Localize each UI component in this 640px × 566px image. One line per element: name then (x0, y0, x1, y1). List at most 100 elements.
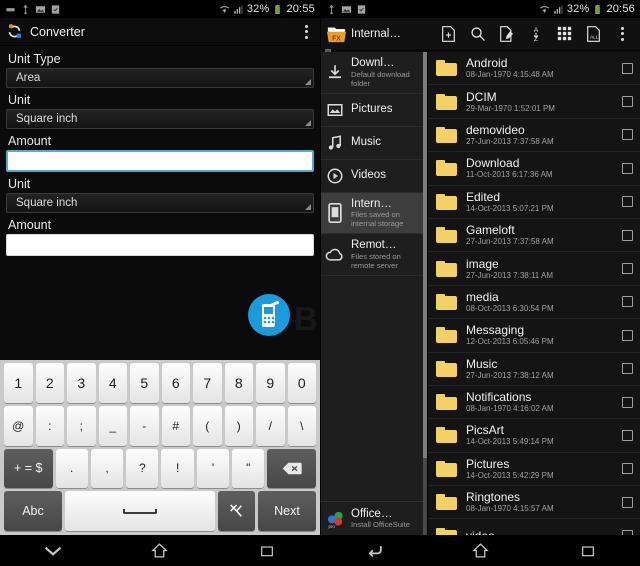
back-icon (368, 545, 382, 557)
table-row[interactable]: image 27-Jun-2013 7:38:11 AM (428, 252, 640, 286)
key-space[interactable] (64, 491, 215, 531)
file-date: 27-Jun-2013 7:37:58 AM (466, 136, 554, 146)
hide-keyboard-button[interactable] (36, 538, 70, 564)
unit-type-spinner[interactable]: Area (6, 68, 314, 88)
row-checkbox[interactable] (622, 162, 633, 174)
key-4[interactable]: 4 (98, 363, 127, 403)
home-icon (472, 543, 490, 558)
table-row[interactable]: demovideo 27-Jun-2013 7:37:58 AM (428, 119, 640, 153)
key-period[interactable]: . (55, 448, 88, 489)
grid-view-icon[interactable] (550, 21, 579, 47)
table-row[interactable]: DCIM 29-Mar-1970 1:52:01 PM (428, 85, 640, 119)
amount-to-input[interactable] (6, 234, 314, 256)
sidebar-scrollbar[interactable] (423, 52, 427, 535)
select-all-icon[interactable]: ALL (579, 21, 608, 47)
row-checkbox[interactable] (622, 463, 633, 475)
file-date: 08-Jan-1970 4:15:57 AM (466, 504, 554, 514)
row-checkbox[interactable] (622, 396, 633, 408)
table-row[interactable]: Ringtones 08-Jan-1970 4:15:57 AM (428, 486, 640, 520)
key-underscore[interactable]: _ (98, 405, 127, 446)
row-checkbox[interactable] (622, 96, 633, 108)
key-9[interactable]: 9 (256, 363, 285, 403)
table-row[interactable]: Edited 14-Oct-2013 5:07:21 PM (428, 186, 640, 219)
sort-az-icon[interactable]: AZ (521, 21, 550, 47)
table-row[interactable]: Download 11-Oct-2013 6:17:36 AM (428, 152, 640, 186)
clipboard-icon (357, 4, 366, 14)
table-row[interactable]: PicsArt 14-Oct-2013 5:49:14 PM (428, 419, 640, 453)
key-1[interactable]: 1 (4, 363, 33, 403)
table-row[interactable]: Music 27-Jun-2013 7:38:12 AM (428, 353, 640, 386)
key-backspace[interactable] (267, 448, 316, 489)
sidebar-item-videos[interactable]: Videos (321, 160, 427, 193)
file-meta: Messaging 12-Oct-2013 6:05:46 PM (466, 323, 622, 347)
table-row[interactable]: Notifications 08-Jan-1970 4:16:02 AM (428, 386, 640, 420)
table-row[interactable]: Android 08-Jan-1970 4:15:48 AM (428, 52, 640, 86)
key-apostrophe[interactable]: ' (196, 448, 230, 489)
file-list[interactable]: Android 08-Jan-1970 4:15:48 AM DCIM 29-Mar… (428, 52, 640, 535)
overflow-menu-icon[interactable] (608, 21, 637, 47)
key-at[interactable]: @ (4, 405, 33, 446)
row-checkbox[interactable] (622, 129, 633, 141)
row-checkbox[interactable] (622, 263, 633, 275)
sidebar-item-officesuite[interactable]: pro Office… Install OfficeSuite (321, 501, 427, 535)
row-checkbox[interactable] (622, 496, 633, 508)
key-settings[interactable] (217, 491, 256, 531)
recents-button[interactable] (250, 538, 284, 564)
key-3[interactable]: 3 (67, 363, 96, 403)
home-button[interactable] (464, 538, 498, 564)
on-screen-keyboard[interactable]: 1 2 3 4 5 6 7 8 9 0 @ : ; _ - # ( ) / \ … (0, 360, 320, 535)
row-checkbox[interactable] (622, 329, 633, 341)
backspace-icon (282, 462, 302, 475)
key-abc[interactable]: Abc (4, 491, 62, 531)
row-checkbox[interactable] (622, 62, 633, 74)
sidebar-item-downloads[interactable]: Downl… Default download folder (321, 52, 427, 94)
folder-icon (436, 160, 457, 177)
unit-from-spinner[interactable]: Square inch (6, 109, 314, 129)
key-hash[interactable]: # (161, 405, 190, 446)
key-exclamation[interactable]: ! (161, 448, 194, 489)
key-2[interactable]: 2 (35, 363, 64, 403)
amount-from-input[interactable] (6, 150, 314, 172)
home-button[interactable] (143, 538, 177, 564)
sidebar-item-internal-storage[interactable]: Intern… Files saved on internal storage (321, 192, 427, 234)
search-icon[interactable] (463, 21, 492, 47)
key-paren-close[interactable]: ) (224, 405, 253, 446)
key-hyphen[interactable]: - (130, 405, 159, 446)
key-quote[interactable]: " (232, 448, 265, 489)
key-slash[interactable]: / (256, 405, 285, 446)
row-checkbox[interactable] (622, 196, 633, 208)
key-semicolon[interactable]: ; (67, 405, 96, 446)
edit-icon[interactable] (492, 21, 521, 47)
key-8[interactable]: 8 (224, 363, 253, 403)
key-colon[interactable]: : (35, 405, 64, 446)
key-paren-open[interactable]: ( (193, 405, 222, 446)
key-0[interactable]: 0 (287, 363, 316, 403)
key-symbols-toggle[interactable]: + = $ (4, 448, 53, 489)
key-question[interactable]: ? (126, 448, 159, 489)
watermark-logo-icon (248, 294, 290, 336)
key-backslash[interactable]: \ (287, 405, 316, 446)
table-row[interactable]: media 08-Oct-2013 6:30:54 PM (428, 286, 640, 320)
row-checkbox[interactable] (622, 429, 633, 441)
sidebar-item-pictures[interactable]: Pictures (321, 94, 427, 127)
key-next[interactable]: Next (258, 491, 316, 531)
file-meta: demovideo 27-Jun-2013 7:37:58 AM (466, 123, 622, 147)
key-7[interactable]: 7 (193, 363, 222, 403)
key-5[interactable]: 5 (130, 363, 159, 403)
sidebar-item-music[interactable]: Music (321, 127, 427, 160)
key-comma[interactable]: , (90, 448, 124, 489)
table-row[interactable]: Gameloft 27-Jun-2013 7:37:58 AM (428, 219, 640, 253)
row-checkbox[interactable] (622, 363, 633, 375)
table-row[interactable]: video (428, 519, 640, 535)
row-checkbox[interactable] (622, 296, 633, 308)
key-6[interactable]: 6 (161, 363, 190, 403)
sidebar-item-remote[interactable]: Remot… Files stored on remote server (321, 234, 427, 276)
row-checkbox[interactable] (622, 229, 633, 241)
table-row[interactable]: Pictures 14-Oct-2013 5:42:29 PM (428, 453, 640, 487)
new-file-icon[interactable] (434, 21, 463, 47)
overflow-menu-icon[interactable] (298, 23, 314, 41)
unit-to-spinner[interactable]: Square inch (6, 193, 314, 213)
back-button[interactable] (357, 538, 391, 564)
table-row[interactable]: Messaging 12-Oct-2013 6:05:46 PM (428, 319, 640, 353)
recents-button[interactable] (571, 538, 605, 564)
